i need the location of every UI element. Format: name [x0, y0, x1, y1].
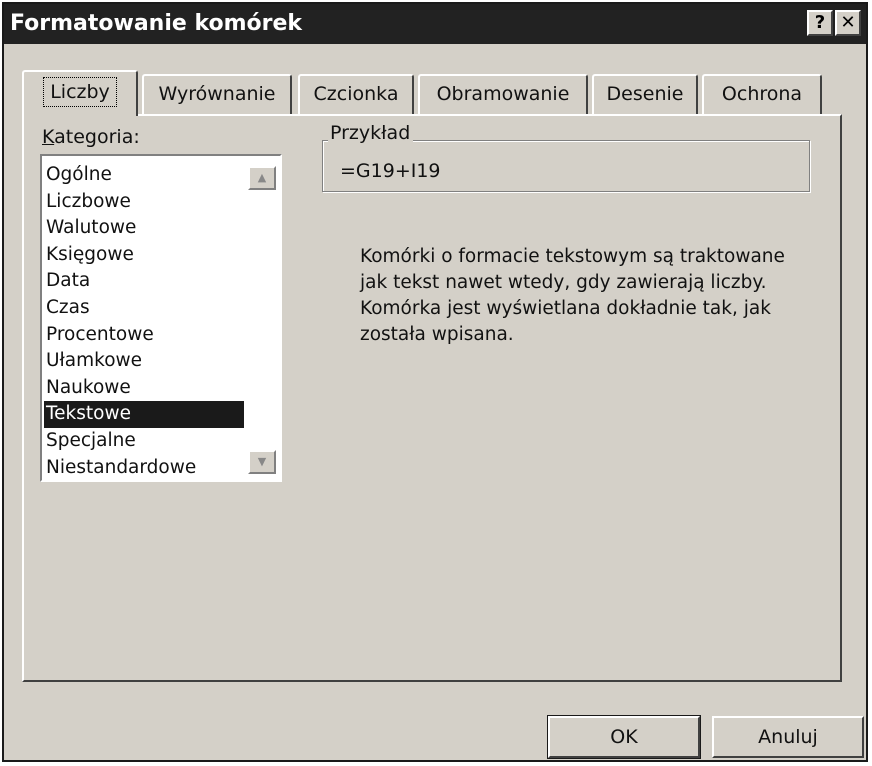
sample-value: =G19+I19	[340, 160, 441, 182]
close-icon: ✕	[840, 12, 856, 33]
category-item-liczbowe[interactable]: Liczbowe	[44, 189, 244, 216]
tab-label: Liczby	[43, 77, 117, 107]
tab-label: Obramowanie	[436, 83, 570, 105]
scroll-down-button[interactable]: ▼	[248, 450, 276, 474]
category-label: Kategoria:	[42, 126, 140, 148]
category-item-ogolne[interactable]: Ogólne	[44, 162, 244, 189]
help-button[interactable]: ?	[807, 10, 833, 36]
category-item-specjalne[interactable]: Specjalne	[44, 428, 244, 455]
category-label-accelerator: K	[42, 126, 55, 148]
category-label-text: ategoria:	[54, 126, 140, 148]
scroll-up-button[interactable]: ▲	[248, 166, 276, 190]
tab-label: Wyrównanie	[158, 83, 276, 105]
category-item-data[interactable]: Data	[44, 268, 244, 295]
ok-button[interactable]: OK	[547, 715, 701, 759]
tab-label: Czcionka	[313, 83, 399, 105]
cancel-button[interactable]: Anuluj	[712, 716, 864, 758]
category-item-niestandardowe[interactable]: Niestandardowe	[44, 455, 244, 482]
dialog-title: Formatowanie komórek	[10, 11, 303, 36]
format-cells-dialog: Formatowanie komórek ? ✕ Liczby Wyrównan…	[2, 2, 868, 762]
sample-legend: Przykład	[328, 122, 414, 144]
close-button[interactable]: ✕	[835, 10, 861, 36]
description-line: jak tekst nawet wtedy, gdy zawierają lic…	[360, 272, 767, 293]
category-item-ksiegowe[interactable]: Księgowe	[44, 242, 244, 269]
category-item-naukowe[interactable]: Naukowe	[44, 375, 244, 402]
description-line: Komórki o formacie tekstowym są traktowa…	[360, 246, 785, 267]
category-item-ulamkowe[interactable]: Ułamkowe	[44, 348, 244, 375]
category-item-procentowe[interactable]: Procentowe	[44, 322, 244, 349]
category-item-czas[interactable]: Czas	[44, 295, 244, 322]
format-description: Komórki o formacie tekstowym są traktowa…	[360, 244, 830, 348]
description-line: została wpisana.	[360, 324, 514, 345]
tab-czcionka[interactable]: Czcionka	[298, 74, 414, 116]
category-item-tekstowe[interactable]: Tekstowe	[44, 401, 244, 428]
tab-wyrownanie[interactable]: Wyrównanie	[142, 74, 292, 116]
category-list: Ogólne Liczbowe Walutowe Księgowe Data C…	[44, 162, 244, 481]
description-line: Komórka jest wyświetlana dokładnie tak, …	[360, 298, 771, 319]
tab-desenie[interactable]: Desenie	[592, 74, 698, 116]
tab-label: Ochrona	[721, 83, 803, 105]
help-icon: ?	[814, 12, 826, 33]
tab-obramowanie[interactable]: Obramowanie	[418, 74, 588, 116]
scroll-down-arrow-icon: ▼	[257, 455, 267, 468]
category-listbox[interactable]: Ogólne Liczbowe Walutowe Księgowe Data C…	[40, 154, 282, 482]
scroll-up-arrow-icon: ▲	[257, 171, 267, 184]
tab-ochrona[interactable]: Ochrona	[702, 74, 822, 116]
tab-liczby[interactable]: Liczby	[22, 70, 138, 116]
tab-label: Desenie	[606, 83, 684, 105]
category-item-walutowe[interactable]: Walutowe	[44, 215, 244, 242]
title-bar: Formatowanie komórek ? ✕	[4, 4, 866, 44]
